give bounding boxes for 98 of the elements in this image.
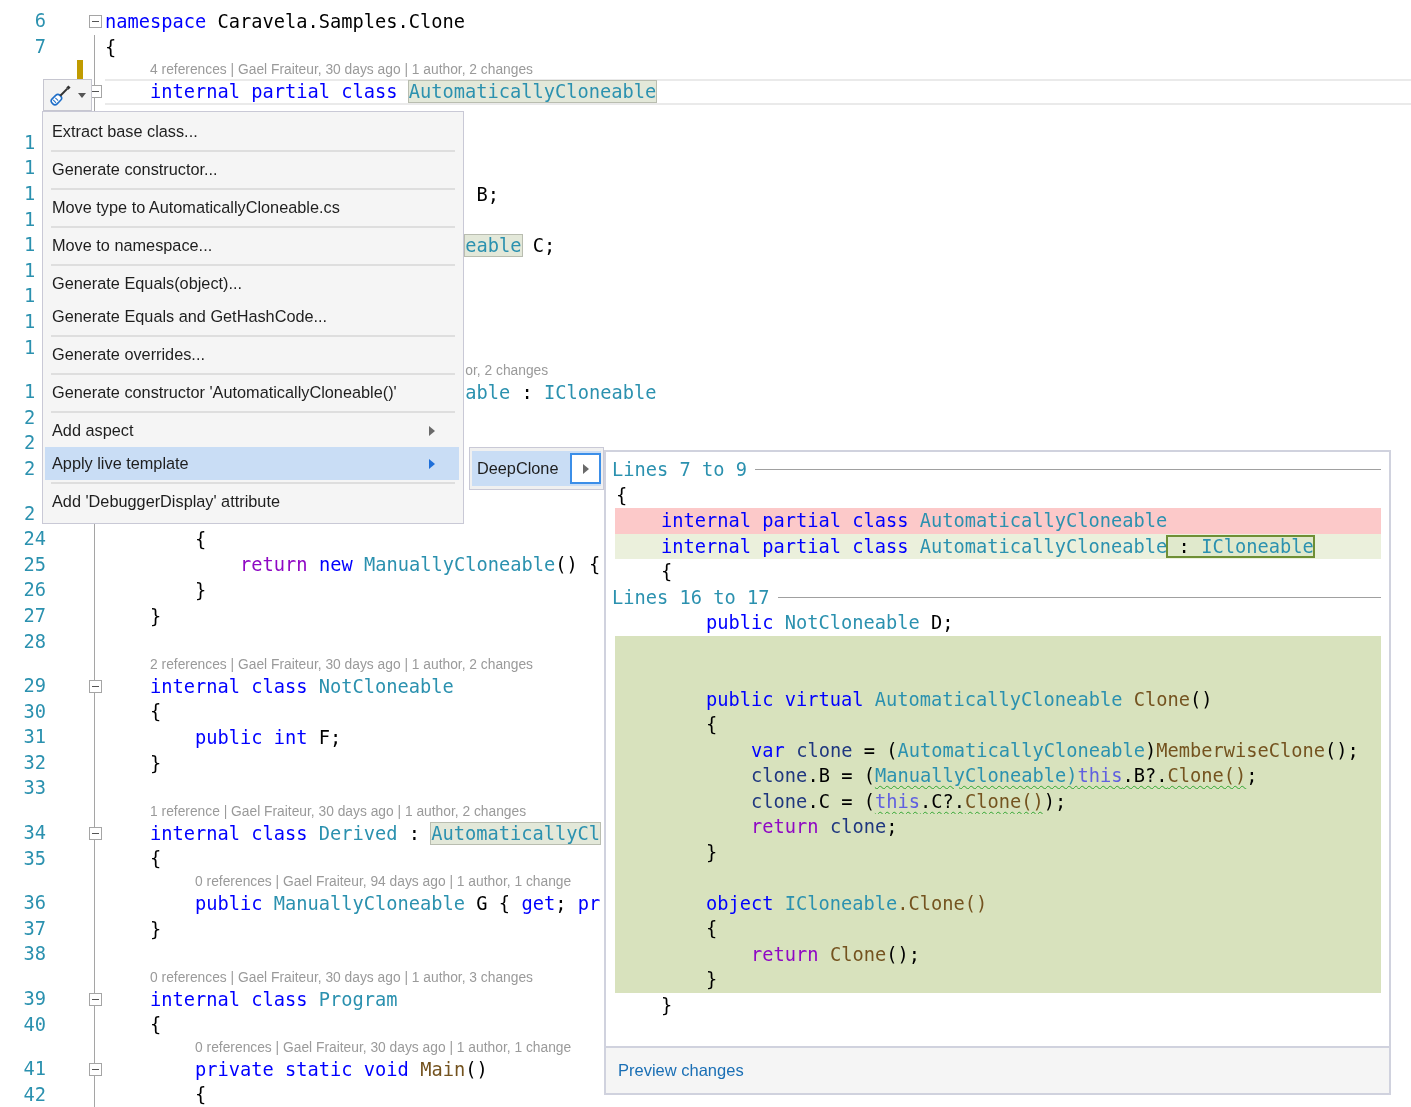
line-number: 34 — [23, 824, 46, 843]
code-line: private static void Main() — [195, 1057, 488, 1082]
line-number: 1 — [24, 338, 36, 358]
line-number: 30 — [23, 702, 46, 722]
preview-changes-link[interactable]: Preview changes — [618, 1061, 744, 1080]
code-line: public NotCloneable D; — [706, 611, 954, 635]
section-header: Lines 16 to 17 — [612, 586, 770, 608]
menu-item[interactable]: Generate Equals(object)... — [45, 267, 459, 300]
line-number: 41 — [23, 1060, 46, 1079]
caret-icon — [78, 92, 86, 98]
line-number: 25 — [23, 555, 46, 575]
line-number: 32 — [23, 753, 46, 773]
triangle-icon — [582, 463, 589, 474]
menu-item[interactable]: Add aspect — [45, 414, 459, 447]
menu-item[interactable]: Move to namespace... — [45, 229, 459, 262]
line-number: 1 — [24, 133, 36, 153]
code-line: clone.C = (this.C?.Clone()); — [751, 789, 1067, 814]
code-line: public virtual AutomaticallyCloneable Clone() — [706, 687, 1213, 712]
line-number: 35 — [23, 849, 46, 869]
line-number: 28 — [23, 632, 46, 652]
code-line: internal class Derived : AutomaticallyCl — [150, 821, 601, 846]
fold-icon[interactable] — [88, 1063, 102, 1077]
code-line: } — [706, 840, 718, 865]
line-number: 1 — [24, 159, 36, 179]
line-number: 33 — [23, 779, 46, 799]
line-number: 1 — [24, 236, 36, 255]
menu-item[interactable]: Generate overrides... — [45, 338, 459, 371]
code-line: { — [150, 847, 162, 871]
menu-item[interactable]: Generate constructor... — [45, 153, 459, 186]
code-line: internal partial class AutomaticallyCloneable — [661, 509, 1168, 533]
quick-actions-button[interactable] — [43, 79, 92, 111]
line-number: 1 — [24, 383, 36, 402]
fold-icon[interactable] — [88, 826, 102, 840]
triangle-icon — [429, 458, 435, 469]
code-line: public ManuallyCloneable G { get; pr — [195, 891, 601, 916]
code-line: } — [195, 579, 207, 603]
line-number: 2 — [24, 504, 36, 524]
line-number: 7 — [34, 38, 46, 57]
code-line: internal class Program — [150, 987, 398, 1012]
line-number: 6 — [34, 12, 46, 32]
code-line: } — [150, 751, 162, 775]
code-line: { — [616, 483, 628, 508]
line-number: 2 — [24, 408, 36, 428]
line-number: 27 — [23, 606, 46, 626]
line-number: 37 — [23, 919, 46, 939]
line-number: 29 — [23, 677, 46, 696]
code-line: internal partial class AutomaticallyCloneable — [150, 80, 657, 104]
line-number: 42 — [23, 1085, 46, 1105]
code-line: { — [150, 1013, 162, 1037]
code-line: { — [105, 35, 117, 60]
fold-icon[interactable] — [88, 15, 102, 29]
line-number: 1 — [24, 210, 36, 230]
fold-icon[interactable] — [88, 679, 102, 693]
line-number: 2 — [24, 459, 36, 479]
line-number: 1 — [24, 185, 36, 204]
code-line: object ICloneable.Clone() — [706, 891, 988, 916]
code-line: { — [706, 713, 718, 737]
code-line: internal partial class AutomaticallyCloneable : ICloneable — [661, 534, 1314, 559]
menu-item[interactable]: Add 'DebuggerDisplay' attribute — [45, 485, 459, 518]
fold-icon[interactable] — [88, 992, 102, 1006]
menu-item[interactable]: Generate constructor 'AutomaticallyCloneable()' — [45, 376, 459, 409]
menu-item[interactable]: Generate Equals and GetHashCode... — [45, 300, 459, 333]
line-number: 1 — [24, 287, 36, 307]
code-line: return clone; — [751, 815, 898, 839]
code-line: { — [150, 700, 162, 724]
code-line: { — [195, 1083, 207, 1107]
line-number: 24 — [23, 530, 46, 549]
code-line: { — [706, 917, 718, 941]
code-line: var clone = (AutomaticallyCloneable)MemberwiseClone(); — [751, 738, 1359, 763]
line-number: 26 — [23, 581, 46, 600]
triangle-icon — [429, 425, 435, 436]
code-line: } — [661, 993, 673, 1018]
section-header: Lines 7 to 9 — [612, 459, 747, 481]
menu-item[interactable]: Extract base class... — [45, 115, 459, 148]
code-line: B; — [476, 182, 500, 207]
code-line: } — [150, 604, 162, 628]
code-line: namespace Caravela.Samples.Clone — [105, 10, 466, 34]
line-number: 1 — [24, 312, 36, 332]
line-number: 39 — [23, 990, 46, 1009]
code-line: { — [195, 527, 207, 552]
code-line: } — [706, 968, 718, 992]
code-line: public int F; — [195, 725, 342, 750]
code-line: } — [150, 917, 162, 941]
line-number: 2 — [24, 434, 36, 454]
line-number: 1 — [24, 261, 36, 281]
line-number: 36 — [23, 894, 46, 913]
code-line: return new ManuallyCloneable() { — [240, 553, 601, 577]
code-line: able : ICloneable — [465, 380, 657, 405]
code-line: { — [661, 560, 673, 584]
menu-item[interactable]: Move type to AutomaticallyCloneable.cs — [45, 191, 459, 224]
expand-button[interactable] — [570, 453, 601, 484]
menu-item[interactable]: Apply live template — [45, 447, 459, 480]
line-number: 40 — [23, 1015, 46, 1035]
line-number: 31 — [23, 728, 46, 747]
code-line: internal class NotCloneable — [150, 674, 454, 699]
code-line: return Clone(); — [751, 942, 920, 967]
line-number: 38 — [23, 945, 46, 965]
code-line: clone.B = (ManuallyCloneable)this.B?.Clone(); — [751, 764, 1258, 788]
